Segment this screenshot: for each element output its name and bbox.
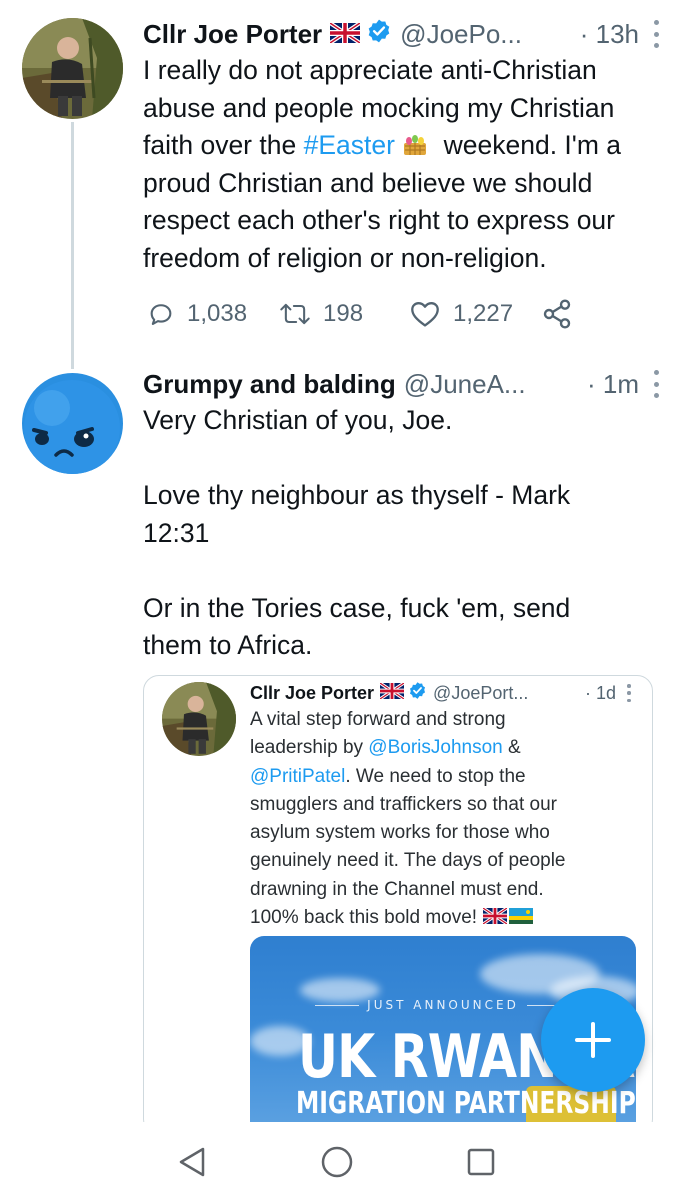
nav-back-button[interactable] <box>172 1144 212 1180</box>
tweet-text: Very Christian of you, Joe. Love thy nei… <box>143 405 571 660</box>
tweet-actions: 1,038 198 1,227 <box>143 296 583 332</box>
avatar[interactable] <box>22 373 123 474</box>
retweet-count: 198 <box>323 300 364 327</box>
share-button[interactable] <box>541 296 585 332</box>
display-name[interactable]: Cllr Joe Porter <box>250 683 374 704</box>
more-vertical-icon[interactable] <box>651 370 661 398</box>
tweet-timestamp[interactable]: · 1m <box>587 369 639 400</box>
user-handle[interactable]: @JuneA... <box>404 369 526 400</box>
user-handle[interactable]: @JoePo... <box>400 19 522 50</box>
tweet-timestamp[interactable]: · 13h <box>580 19 639 50</box>
tweet-header: Cllr Joe Porter @JoePo... · 13h <box>143 16 661 52</box>
reply-count: 1,038 <box>187 300 248 327</box>
nav-home-icon <box>321 1146 353 1178</box>
verified-badge-icon <box>366 18 392 51</box>
nav-recents-icon <box>467 1148 495 1176</box>
thread-connector-line <box>71 122 74 369</box>
more-vertical-icon[interactable] <box>626 684 632 702</box>
share-icon <box>543 299 571 329</box>
hashtag-link[interactable]: #Easter <box>304 130 395 160</box>
quote-header: Cllr Joe Porter @JoePort... · 1d <box>250 680 632 706</box>
quote-text: A vital step forward and strong leadersh… <box>250 706 632 933</box>
uk-flag-icon <box>379 681 405 704</box>
uk-flag-icon <box>482 905 508 933</box>
like-count: 1,227 <box>453 300 514 327</box>
system-navigation-bar <box>0 1122 675 1200</box>
tweet-header: Grumpy and balding @JuneA... · 1m <box>143 366 661 402</box>
mention-link[interactable]: @PritiPatel <box>250 766 345 787</box>
reply-button[interactable]: 1,038 <box>147 296 247 332</box>
avatar[interactable] <box>22 18 123 119</box>
mention-link[interactable]: @BorisJohnson <box>368 737 502 758</box>
nav-home-button[interactable] <box>317 1144 357 1180</box>
like-icon <box>411 302 439 327</box>
retweet-button[interactable]: 198 <box>279 296 363 332</box>
tweet-text: I really do not appreciate anti-Christia… <box>143 52 661 277</box>
reply-icon <box>150 304 172 325</box>
retweet-icon <box>280 303 310 325</box>
quote-text-part: . We need to stop the smugglers and traf… <box>250 765 566 929</box>
display-name[interactable]: Grumpy and balding <box>143 369 396 400</box>
nav-recents-button[interactable] <box>461 1144 501 1180</box>
more-vertical-icon[interactable] <box>651 20 661 48</box>
display-name[interactable]: Cllr Joe Porter <box>143 19 322 50</box>
like-button[interactable]: 1,227 <box>409 296 513 332</box>
user-handle[interactable]: @JoePort... <box>433 683 528 704</box>
quote-text-part: & <box>507 737 521 759</box>
verified-badge-icon <box>408 681 427 705</box>
compose-plus-icon <box>575 1022 611 1058</box>
tweet-timestamp[interactable]: · 1d <box>585 683 616 704</box>
rwanda-flag-icon <box>509 905 534 933</box>
uk-flag-icon <box>329 19 362 50</box>
avatar[interactable] <box>162 682 236 756</box>
nav-back-icon <box>179 1147 205 1177</box>
easter-basket-icon <box>401 130 429 156</box>
compose-tweet-button[interactable] <box>541 988 645 1092</box>
